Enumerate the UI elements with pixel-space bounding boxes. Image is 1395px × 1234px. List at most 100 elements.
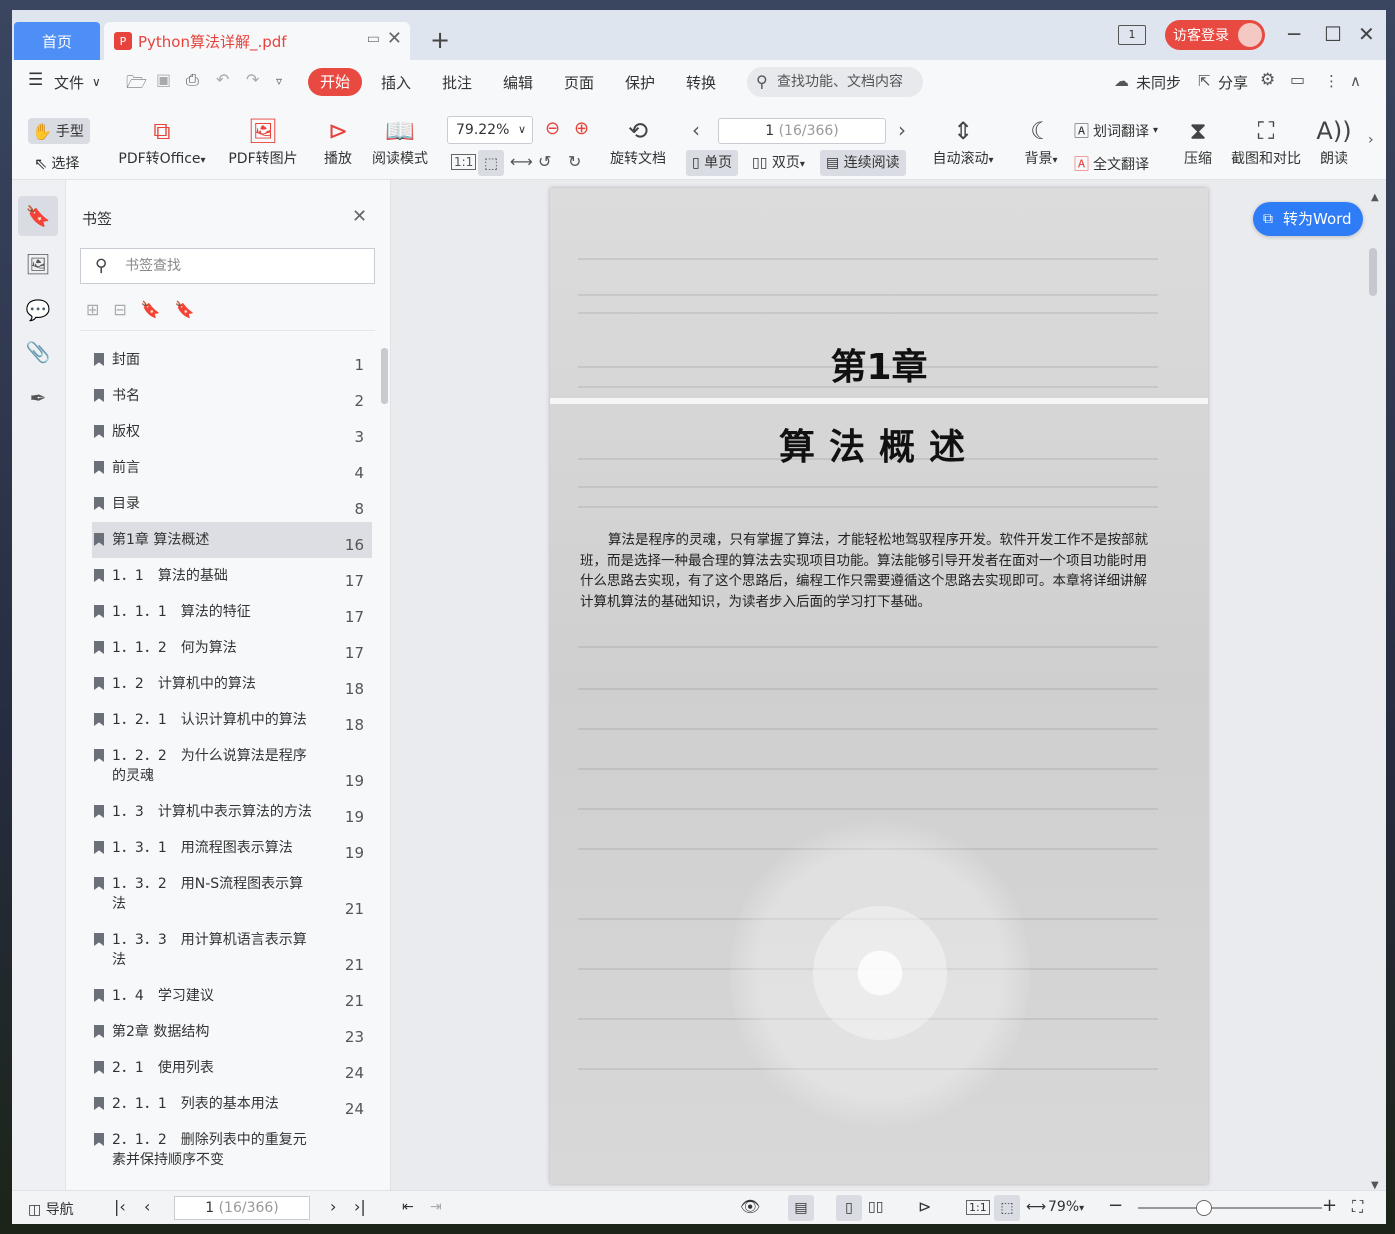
- save-icon[interactable]: ▣: [156, 70, 171, 89]
- bookmark-item[interactable]: 1．1 算法的基础 17: [92, 558, 372, 594]
- bookmark-search-input[interactable]: ⚲ 书签查找: [80, 248, 375, 284]
- remove-bookmark-icon[interactable]: 🔖: [175, 300, 195, 319]
- actual-size-icon[interactable]: 1:1: [966, 1200, 990, 1215]
- continuous-reading-button[interactable]: ▤ 连续阅读: [820, 150, 906, 176]
- bookmark-item[interactable]: 2．1．1 列表的基本用法 24: [92, 1086, 372, 1122]
- pin-icon[interactable]: ▭: [367, 31, 380, 47]
- rotate-left-icon[interactable]: ↺: [538, 152, 551, 171]
- bookmark-item[interactable]: 封面 1: [92, 342, 372, 378]
- signature-icon[interactable]: ✒: [18, 378, 58, 418]
- vertical-scrollbar[interactable]: [1369, 248, 1377, 296]
- rotate-document-button[interactable]: ⟲ 旋转文档: [606, 114, 670, 168]
- menu-edit[interactable]: 编辑: [503, 72, 533, 93]
- zoom-out-icon[interactable]: ⊖: [545, 118, 560, 139]
- rotate-right-icon[interactable]: ↻: [568, 152, 581, 171]
- thumbnail-icon[interactable]: 🖼: [18, 244, 58, 284]
- new-tab-button[interactable]: +: [430, 26, 450, 54]
- read-aloud-button[interactable]: A)) 朗读: [1314, 114, 1354, 168]
- screenshot-compare-button[interactable]: ⛶ 截图和对比: [1226, 114, 1306, 168]
- bookmark-panel-icon[interactable]: 🔖: [18, 196, 58, 236]
- forward-icon[interactable]: ⇥: [430, 1199, 442, 1215]
- menu-page[interactable]: 页面: [564, 72, 594, 93]
- menu-convert[interactable]: 转换: [686, 72, 716, 93]
- status-zoom[interactable]: 79%▾: [1048, 1199, 1084, 1215]
- hand-tool-button[interactable]: ✋ 手型: [32, 121, 84, 141]
- more-icon[interactable]: ⋮: [1324, 72, 1339, 90]
- comment-icon[interactable]: ▭: [1290, 70, 1305, 89]
- menu-insert[interactable]: 插入: [381, 72, 411, 93]
- expand-all-icon[interactable]: ⊞: [86, 300, 99, 319]
- fit-width-icon[interactable]: ⟷: [510, 152, 533, 171]
- bookmark-item[interactable]: 2．1 使用列表 24: [92, 1050, 372, 1086]
- first-page-icon[interactable]: |‹: [114, 1197, 126, 1216]
- print-icon[interactable]: ⎙: [186, 70, 199, 90]
- zoom-select[interactable]: 79.22% ∨: [447, 116, 533, 144]
- zoom-out-icon[interactable]: −: [1108, 1195, 1123, 1216]
- bookmark-item[interactable]: 版权 3: [92, 414, 372, 450]
- undo-icon[interactable]: ↶: [216, 70, 229, 89]
- minimize-icon[interactable]: ─: [1288, 22, 1300, 46]
- menu-annotate[interactable]: 批注: [442, 72, 472, 93]
- chevron-down-icon[interactable]: ∨: [92, 75, 101, 89]
- back-icon[interactable]: ⇤: [402, 1199, 414, 1215]
- bookmark-item[interactable]: 目录 8: [92, 486, 372, 522]
- continuous-icon[interactable]: ▤: [788, 1195, 814, 1221]
- page-number-input[interactable]: 1 (16/366): [718, 118, 886, 144]
- bookmark-item[interactable]: 1．3 计算机中表示算法的方法 19: [92, 794, 372, 830]
- bookmark-item[interactable]: 前言 4: [92, 450, 372, 486]
- redo-icon[interactable]: ↷: [246, 70, 259, 89]
- maximize-icon[interactable]: ☐: [1324, 22, 1342, 46]
- bookmark-item[interactable]: 第2章 数据结构 23: [92, 1014, 372, 1050]
- zoom-slider-track[interactable]: [1138, 1207, 1322, 1209]
- add-bookmark-icon[interactable]: 🔖: [141, 300, 161, 319]
- convert-to-word-button[interactable]: ⧉ 转为Word: [1253, 202, 1363, 236]
- more-quick-icon[interactable]: ▿: [276, 74, 282, 88]
- close-window-icon[interactable]: ✕: [1358, 22, 1375, 46]
- menu-protect[interactable]: 保护: [625, 72, 655, 93]
- fit-page-icon[interactable]: ⬚: [994, 1195, 1020, 1221]
- zoom-slider-handle[interactable]: [1196, 1200, 1212, 1216]
- bookmark-item[interactable]: 1．2 计算机中的算法 18: [92, 666, 372, 702]
- zoom-in-icon[interactable]: +: [1322, 1195, 1337, 1216]
- word-translate-button[interactable]: 🄰 划词翻译 ▾: [1074, 120, 1158, 141]
- eye-protection-icon[interactable]: 👁: [740, 1197, 760, 1216]
- pdf-to-image-button[interactable]: 🖼 PDF转图片: [226, 114, 300, 168]
- bookmark-item[interactable]: 1．3．1 用流程图表示算法 19: [92, 830, 372, 866]
- single-page-icon[interactable]: ▯: [836, 1195, 862, 1221]
- last-page-icon[interactable]: ›|: [354, 1197, 366, 1216]
- comments-icon[interactable]: 💬: [18, 290, 58, 330]
- tab-document[interactable]: P Python算法详解_.pdf ▭ ✕: [104, 22, 410, 60]
- background-button[interactable]: ☾ 背景▾: [1016, 114, 1066, 168]
- close-tab-icon[interactable]: ✕: [387, 28, 402, 49]
- bookmark-item[interactable]: 1．1．2 何为算法 17: [92, 630, 372, 666]
- status-page-input[interactable]: 1 (16/366): [174, 1196, 310, 1220]
- single-page-button[interactable]: ▯ 单页: [686, 150, 739, 176]
- double-page-icon[interactable]: ▯▯: [868, 1199, 883, 1215]
- feature-search[interactable]: ⚲ 查找功能、文档内容: [747, 67, 923, 97]
- collapse-all-icon[interactable]: ⊟: [113, 300, 126, 319]
- bookmark-item[interactable]: 第1章 算法概述 16: [92, 522, 372, 558]
- navigation-toggle[interactable]: ◫ 导航: [28, 1199, 74, 1219]
- bookmark-item[interactable]: 书名 2: [92, 378, 372, 414]
- bookmark-item[interactable]: 1．3．3 用计算机语言表示算法 21: [92, 922, 372, 978]
- select-tool-button[interactable]: ⇖ 选择: [34, 153, 79, 173]
- collapse-ribbon-icon[interactable]: ∧: [1350, 72, 1361, 90]
- full-translate-button[interactable]: 🄰 全文翻译: [1074, 153, 1149, 174]
- next-page-icon[interactable]: ›: [898, 118, 906, 142]
- bookmark-item[interactable]: 1．2．2 为什么说算法是程序的灵魂 19: [92, 738, 372, 794]
- auto-scroll-button[interactable]: ⇕ 自动滚动▾: [926, 114, 1000, 168]
- bookmark-scrollbar[interactable]: [381, 348, 388, 404]
- cloud-sync-icon[interactable]: ☁: [1114, 72, 1129, 90]
- tab-home[interactable]: 首页: [14, 22, 100, 60]
- guest-login-button[interactable]: 访客登录: [1165, 20, 1265, 50]
- scroll-up-icon[interactable]: ▲: [1371, 192, 1379, 203]
- bookmark-item[interactable]: 2．1．2 删除列表中的重复元素并保持顺序不变: [92, 1122, 372, 1178]
- play-icon[interactable]: ⊳: [918, 1197, 931, 1216]
- sync-status[interactable]: 未同步: [1136, 72, 1181, 93]
- page-view-badge[interactable]: 1: [1118, 25, 1146, 45]
- actual-size-icon[interactable]: 1:1: [451, 154, 477, 170]
- double-page-button[interactable]: ▯▯ 双页▾: [746, 150, 811, 176]
- bookmark-item[interactable]: 1．4 学习建议 21: [92, 978, 372, 1014]
- read-mode-button[interactable]: 📖 阅读模式: [368, 114, 432, 168]
- next-page-icon[interactable]: ›: [330, 1197, 336, 1216]
